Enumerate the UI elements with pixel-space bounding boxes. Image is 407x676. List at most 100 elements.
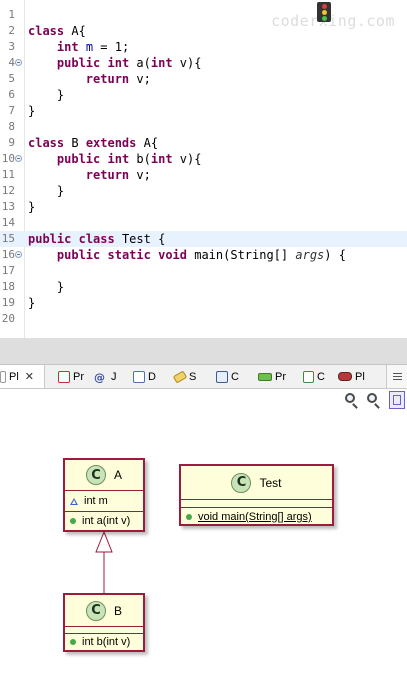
code-text: }: [28, 184, 65, 198]
code-line[interactable]: 20: [0, 311, 407, 327]
code-line[interactable]: 15 public class Test {: [0, 231, 407, 247]
line-number: 13: [1, 200, 15, 213]
line-number: 2: [8, 24, 15, 37]
line-number: 1: [8, 8, 15, 21]
zoom-out-icon[interactable]: [367, 393, 377, 403]
code-line[interactable]: 2 class A{: [0, 23, 407, 39]
fit-to-window-icon[interactable]: [389, 391, 405, 409]
line-number: 11: [1, 168, 15, 181]
code-line[interactable]: 12 }: [0, 183, 407, 199]
line-number: 16: [1, 248, 15, 261]
tab-console[interactable]: C: [216, 365, 239, 388]
line-number: 10: [1, 152, 15, 165]
code-line[interactable]: 11 return v;: [0, 167, 407, 183]
progress-icon: [258, 372, 272, 381]
public-visibility-icon: [186, 514, 192, 520]
tab-search[interactable]: S: [172, 365, 196, 388]
code-line[interactable]: 7}: [0, 103, 407, 119]
code-line[interactable]: 9 class B extends A{: [0, 135, 407, 151]
zoom-in-icon[interactable]: [345, 393, 355, 403]
line-number: 5: [8, 72, 15, 85]
fold-toggle-icon[interactable]: [15, 251, 22, 258]
code-text: }: [28, 296, 36, 310]
line-number: 17: [1, 264, 15, 277]
tab-label: Pr: [73, 370, 84, 383]
line-number: 12: [1, 184, 15, 197]
code-line[interactable]: 1: [0, 7, 407, 23]
tab-label: C: [317, 370, 325, 383]
code-text: return v;: [85, 72, 151, 86]
panel-separator[interactable]: [0, 338, 407, 365]
code-text: }: [28, 88, 65, 102]
public-visibility-icon: [70, 518, 76, 524]
code-line[interactable]: 17: [0, 263, 407, 279]
code-text: class B extends A{: [28, 136, 159, 150]
class-name: A: [113, 468, 122, 482]
method-label: int a(int v): [82, 515, 131, 527]
code-line[interactable]: 16 public static void main(String[] args…: [0, 247, 407, 263]
code-text: }: [28, 280, 65, 294]
tab-label: J: [111, 370, 117, 383]
code-editor[interactable]: coderxing.com 1 2 class A{3 int m = 1; 4 pu…: [0, 0, 407, 338]
class-name: B: [113, 603, 122, 618]
line-number: 20: [1, 312, 15, 325]
code-line[interactable]: 4 public int a(int v){: [0, 55, 407, 71]
code-line[interactable]: 19}: [0, 295, 407, 311]
code-text: public int a(int v){: [56, 56, 202, 70]
fold-toggle-icon[interactable]: [15, 59, 22, 66]
code-line[interactable]: 6 }: [0, 87, 407, 103]
class-icon: C: [231, 472, 252, 493]
code-text: public static void main(String[] args) {: [56, 248, 346, 262]
tab-label: D: [148, 370, 156, 383]
tab-problems[interactable]: Pr: [58, 365, 84, 388]
plugin-icon: [338, 372, 352, 381]
line-number: 6: [8, 88, 15, 101]
class-icon: C: [85, 465, 106, 485]
tab-label: Pr: [275, 370, 286, 383]
class-header: C Test: [181, 466, 332, 500]
package-visibility-icon: [70, 497, 78, 505]
code-line[interactable]: 18 }: [0, 279, 407, 295]
uml-diagram-canvas[interactable]: C A int m int a(int v) C Test void main(…: [0, 413, 407, 676]
code-text: return v;: [85, 168, 151, 182]
code-line[interactable]: 14: [0, 215, 407, 231]
tab-plugin[interactable]: Pl: [338, 365, 365, 388]
code-line[interactable]: 10 public int b(int v){: [0, 151, 407, 167]
tab-plantuml[interactable]: Pl ✕: [0, 365, 45, 388]
tab-call-hierarchy[interactable]: C: [303, 365, 325, 388]
method-label: int b(int v): [82, 636, 131, 648]
field-row: int m: [65, 491, 143, 512]
uml-class-b[interactable]: C B int b(int v): [63, 593, 145, 652]
code-text: }: [28, 200, 36, 214]
inheritance-arrow: [95, 530, 113, 593]
javadoc-icon: @: [94, 370, 105, 384]
declaration-icon: [133, 370, 145, 383]
code-line[interactable]: 13}: [0, 199, 407, 215]
tab-declaration[interactable]: D: [133, 365, 156, 388]
plantuml-view-icon: [0, 370, 6, 383]
uml-class-a[interactable]: C A int m int a(int v): [63, 458, 145, 532]
class-header: C A: [65, 460, 143, 491]
class-name: Test: [259, 475, 282, 490]
method-row: void main(String[] args): [181, 508, 332, 526]
line-number: 8: [8, 120, 15, 133]
close-icon[interactable]: ✕: [25, 370, 34, 383]
tab-javadoc[interactable]: @ J: [94, 365, 117, 388]
code-line[interactable]: 3 int m = 1;: [0, 39, 407, 55]
method-label: void main(String[] args): [198, 511, 312, 523]
field-section: [181, 500, 332, 508]
tab-label: Pl: [9, 370, 19, 383]
tab-label: Pl: [355, 370, 365, 383]
view-menu-button[interactable]: [386, 365, 407, 388]
line-number: 15: [1, 232, 15, 245]
line-number: 9: [8, 136, 15, 149]
line-number: 19: [1, 296, 15, 309]
tab-label: C: [231, 370, 239, 383]
uml-class-test[interactable]: C Test void main(String[] args): [179, 464, 334, 526]
traffic-light-icon[interactable]: [317, 2, 331, 22]
code-line[interactable]: 5 return v;: [0, 71, 407, 87]
tab-progress[interactable]: Pr: [258, 365, 286, 388]
code-line[interactable]: 8: [0, 119, 407, 135]
method-row: int b(int v): [65, 634, 143, 650]
fold-toggle-icon[interactable]: [15, 155, 22, 162]
